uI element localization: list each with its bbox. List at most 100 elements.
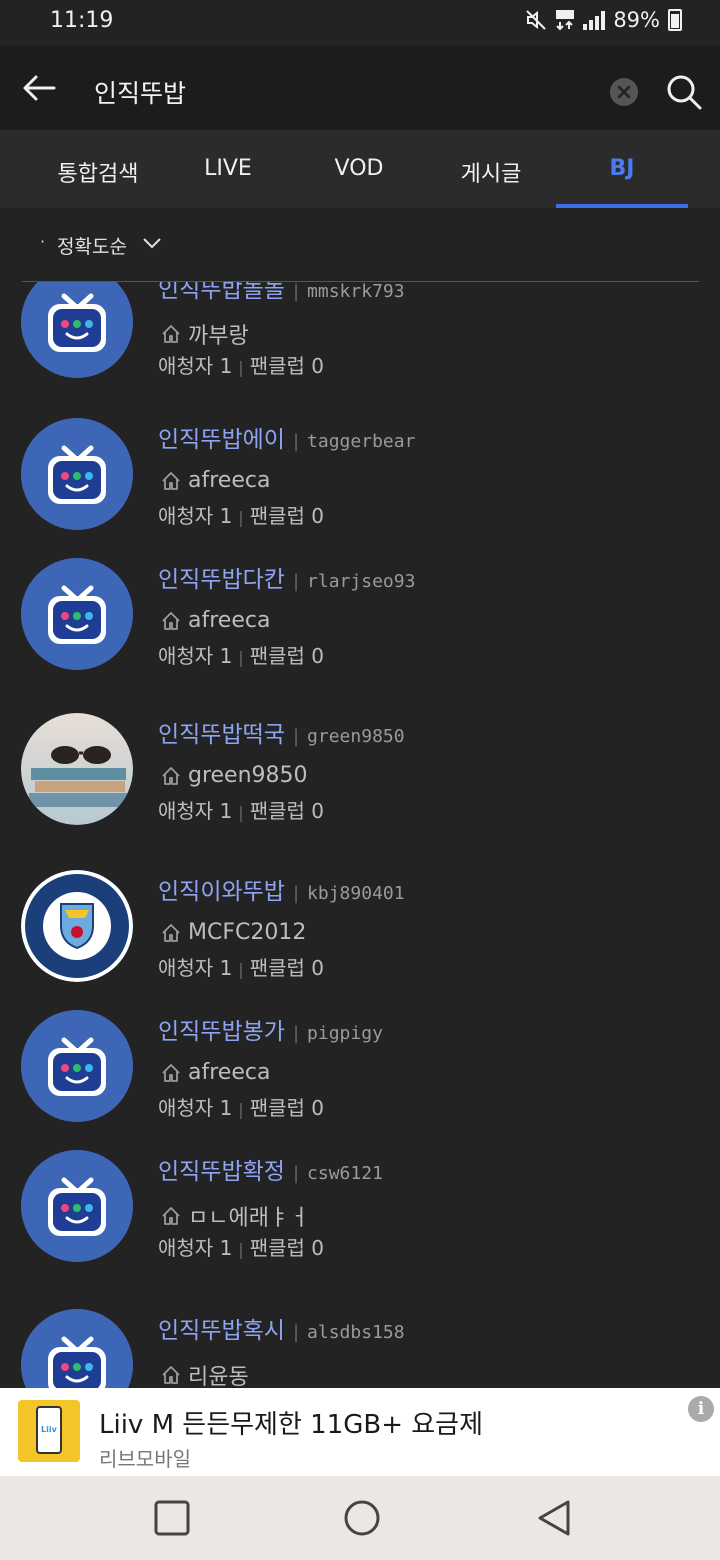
separator: | [238,648,244,667]
afreeca-tv-icon[interactable] [21,1150,133,1262]
stats-row: 애청자 1 | 팬클럽 0 [158,500,324,529]
list-item[interactable]: 인직이와뚜밥 | kbj890401 MCFC2012 애청자 1 | 팬클럽 0 [0,868,720,1008]
afreeca-tv-icon[interactable] [21,1010,133,1122]
fanclub-label: 팬클럽 [249,956,305,980]
station-name[interactable]: 리윤동 [188,1359,249,1388]
search-query[interactable]: 인직뚜밥 [94,74,186,110]
station-name[interactable]: afreeca [188,608,270,633]
fanclub-count: 0 [311,799,324,823]
lte-icon [556,10,575,31]
signal-icon [583,10,606,30]
ad-advertiser[interactable]: 리브모바일 [99,1443,191,1472]
bj-id: csw6121 [307,1163,383,1184]
tab-posts[interactable]: 게시글 [425,156,557,188]
home-icon [162,611,180,630]
home-circle-icon[interactable] [342,1498,382,1538]
separator: | [238,358,244,377]
list-item[interactable]: 인직뚜밥떡국 | green9850 green9850 애청자 1 | 팬클럽 0 [0,711,720,851]
tab-vod[interactable]: VOD [293,156,425,181]
list-item[interactable]: 인직뚜밥확정 | csw6121 ㅁㄴ에래ㅑㅓ 애청자 1 | 팬클럽 0 [0,1148,720,1288]
separator: | [292,1023,300,1044]
bj-name-row: 인직뚜밥봉가 | pigpigy [158,1012,383,1046]
fanclub-count: 0 [311,956,324,980]
fanclub-label: 팬클럽 [249,1236,305,1260]
search-icon[interactable] [664,72,704,112]
tab-bj[interactable]: BJ [556,156,688,181]
viewers-count: 1 [219,504,233,528]
ad-banner[interactable]: Liiv Liiv M 든든무제한 11GB+ 요금제 리브모바일 i [0,1388,720,1476]
viewers-label: 애청자 [158,799,214,823]
tab-integrated[interactable]: 통합검색 [32,156,164,188]
tab-live[interactable]: LIVE [162,156,294,181]
viewers-count: 1 [219,956,233,980]
station-name[interactable]: MCFC2012 [188,920,306,945]
afreeca-tv-icon[interactable] [21,418,133,530]
separator: | [292,431,300,452]
afreeca-tv-icon[interactable] [21,558,133,670]
ad-title[interactable]: Liiv M 든든무제한 11GB+ 요금제 [99,1404,483,1441]
bj-name[interactable]: 인직뚜밥확정 [158,1152,285,1186]
status-bar: 11:19 89% [0,0,720,46]
recent-apps-icon[interactable] [152,1498,192,1538]
viewers-label: 애청자 [158,1236,214,1260]
manchester-city-badge[interactable] [21,870,133,982]
viewers-count: 1 [219,354,233,378]
stats-row: 애청자 1 | 팬클럽 0 [158,640,324,669]
bj-name-row: 인직이와뚜밥 | kbj890401 [158,872,405,906]
bj-name[interactable]: 인직뚜밥혹시 [158,1311,285,1345]
bj-name[interactable]: 인직뚜밥다칸 [158,560,285,594]
station-name[interactable]: 까부랑 [188,318,249,350]
bj-id: kbj890401 [307,883,405,904]
viewers-count: 1 [219,644,233,668]
home-icon [162,923,180,942]
list-item[interactable]: 인직뚜밥혹시|alsdbs158리윤동애청자 1|팬클럽 0 [0,1307,720,1388]
sort-dropdown-label[interactable]: 정확도순 [57,232,127,259]
list-item[interactable]: 인직뚜밥에이 | taggerbear afreeca 애청자 1 | 팬클럽 0 [0,416,720,556]
bj-name[interactable]: 인직뚜밥봉가 [158,1012,285,1046]
station-row: 까부랑 [160,318,249,350]
sort-dot: · [40,232,46,251]
station-row: green9850 [160,763,308,788]
bj-name[interactable]: 인직뚜밥놀놀 [158,282,285,304]
afreeca-tv-icon[interactable] [21,282,133,378]
ad-logo[interactable]: Liiv [18,1400,80,1462]
bj-name-row: 인직뚜밥다칸 | rlarjseo93 [158,560,415,594]
station-name[interactable]: afreeca [188,1060,270,1085]
bj-id: alsdbs158 [307,1322,405,1343]
bj-result-list[interactable]: 인직뚜밥놀놀 | mmskrk793 까부랑 애청자 1 | 팬클럽 0 인직뚜밥에이 | tag… [0,282,720,1388]
afreeca-tv-icon[interactable] [21,1309,133,1388]
station-name[interactable]: ㅁㄴ에래ㅑㅓ [188,1200,309,1232]
bj-name-row: 인직뚜밥확정 | csw6121 [158,1152,383,1186]
bj-id: mmskrk793 [307,282,405,302]
list-item[interactable]: 인직뚜밥다칸 | rlarjseo93 afreeca 애청자 1 | 팬클럽 0 [0,556,720,696]
list-item[interactable]: 인직뚜밥봉가 | pigpigy afreeca 애청자 1 | 팬클럽 0 [0,1008,720,1148]
bj-name[interactable]: 인직뚜밥떡국 [158,715,285,749]
bj-name[interactable]: 인직이와뚜밥 [158,872,285,906]
chevron-down-icon[interactable] [142,236,162,250]
bj-name[interactable]: 인직뚜밥에이 [158,420,285,454]
station-row: MCFC2012 [160,920,306,945]
station-name[interactable]: green9850 [188,763,308,788]
fanclub-label: 팬클럽 [249,354,305,378]
separator: | [292,726,300,747]
status-time: 11:19 [50,8,114,33]
photo-avatar[interactable] [21,713,133,825]
back-arrow-icon[interactable] [20,68,60,108]
ad-logo-text: Liiv [41,1425,57,1434]
separator: | [238,960,244,979]
sort-bar[interactable]: · 정확도순 [0,208,720,282]
list-item[interactable]: 인직뚜밥놀놀 | mmskrk793 까부랑 애청자 1 | 팬클럽 0 [0,282,720,406]
clear-search-button[interactable] [610,78,638,106]
bj-name-row: 인직뚜밥떡국 | green9850 [158,715,405,749]
station-row: ㅁㄴ에래ㅑㅓ [160,1200,309,1232]
station-row: afreeca [160,608,270,633]
ad-info-icon[interactable]: i [688,1396,714,1422]
home-icon [162,766,180,785]
station-name[interactable]: afreeca [188,468,270,493]
station-row: 리윤동 [160,1359,249,1388]
fanclub-count: 0 [311,504,324,528]
home-icon [162,1366,180,1384]
back-triangle-icon[interactable] [534,1498,574,1538]
viewers-label: 애청자 [158,956,214,980]
viewers-label: 애청자 [158,504,214,528]
